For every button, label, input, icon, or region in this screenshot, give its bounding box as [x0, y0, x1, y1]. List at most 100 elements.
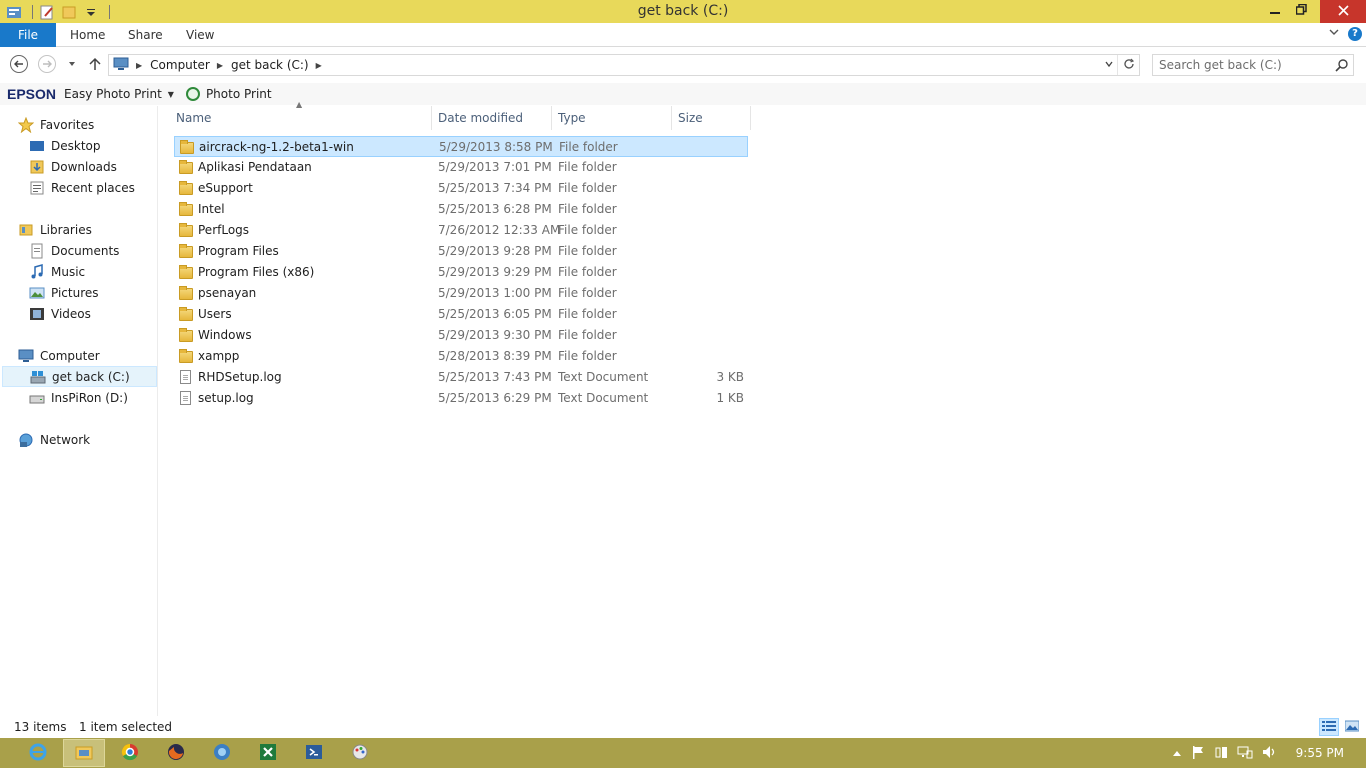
sidebar-group-libraries[interactable]: Libraries: [18, 219, 92, 240]
taskbar-clock[interactable]: 9:55 PM: [1296, 746, 1344, 760]
easy-photo-print-button[interactable]: Easy Photo Print: [64, 87, 162, 101]
sort-ascending-icon: ▲: [296, 100, 303, 109]
expand-ribbon-icon[interactable]: [1328, 26, 1340, 41]
text-document-icon: [179, 391, 193, 406]
sidebar-group-label: Computer: [40, 348, 100, 363]
item-count: 13 items: [14, 720, 67, 734]
close-button[interactable]: [1320, 0, 1366, 23]
epson-toolbar: EPSON Easy Photo Print ▼ Photo Print: [0, 83, 1366, 105]
sidebar-item-videos[interactable]: Videos: [29, 303, 91, 324]
column-header-type[interactable]: Type: [552, 106, 672, 130]
tab-home[interactable]: Home: [70, 23, 105, 47]
sidebar-item-label: Pictures: [51, 285, 99, 300]
file-row[interactable]: aircrack-ng-1.2-beta1-win 5/29/2013 8:58 …: [174, 136, 748, 157]
taskbar-powershell[interactable]: [293, 739, 335, 767]
taskbar-firefox[interactable]: [155, 739, 197, 767]
tab-share[interactable]: Share: [128, 23, 163, 47]
libraries-icon: [18, 222, 34, 238]
large-icons-view-icon: [1344, 720, 1360, 735]
restore-button[interactable]: [1288, 0, 1314, 23]
tab-view[interactable]: View: [186, 23, 214, 47]
sidebar-item-desktop[interactable]: Desktop: [29, 135, 101, 156]
details-view-button[interactable]: [1319, 718, 1339, 736]
search-input[interactable]: [1159, 57, 1329, 73]
up-button[interactable]: [85, 55, 105, 75]
tab-file[interactable]: File: [0, 23, 56, 47]
computer-icon: [113, 56, 129, 75]
ribbon: File Home Share View ?: [0, 23, 1366, 47]
file-row[interactable]: Windows 5/29/2013 9:30 PM File folder: [174, 325, 748, 346]
paint-icon: [350, 742, 370, 765]
sidebar-item-drive-c[interactable]: get back (C:): [2, 366, 157, 387]
column-header-name[interactable]: Name: [170, 106, 432, 130]
file-row[interactable]: xampp 5/28/2013 8:39 PM File folder: [174, 346, 748, 367]
file-type: File folder: [558, 181, 617, 195]
file-type: File folder: [558, 160, 617, 174]
taskbar-paint[interactable]: [339, 739, 381, 767]
sidebar-item-drive-d[interactable]: InsPiRon (D:): [29, 387, 128, 408]
folder-icon: [179, 223, 193, 238]
file-row[interactable]: eSupport 5/25/2013 7:34 PM File folder: [174, 178, 748, 199]
sidebar-item-documents[interactable]: Documents: [29, 240, 119, 261]
refresh-button[interactable]: [1117, 55, 1139, 75]
action-center-icon[interactable]: [1191, 745, 1205, 762]
column-header-size[interactable]: Size: [672, 106, 751, 130]
sidebar-item-music[interactable]: Music: [29, 261, 85, 282]
search-icon[interactable]: [1335, 58, 1349, 75]
photo-print-button[interactable]: Photo Print: [206, 87, 272, 101]
breadcrumb-separator-icon[interactable]: ▶: [316, 61, 322, 70]
taskbar-ie[interactable]: [17, 739, 59, 767]
sidebar-item-downloads[interactable]: Downloads: [29, 156, 117, 177]
address-history-button[interactable]: [1101, 55, 1117, 75]
file-date-modified: 5/25/2013 7:34 PM: [438, 181, 552, 195]
file-row[interactable]: Program Files 5/29/2013 9:28 PM File folde…: [174, 241, 748, 262]
sidebar-item-label: Music: [51, 264, 86, 279]
file-row[interactable]: Aplikasi Pendataan 5/29/2013 7:01 PM File …: [174, 157, 748, 178]
file-row[interactable]: RHDSetup.log 5/25/2013 7:43 PM Text Docume…: [174, 367, 748, 388]
volume-icon[interactable]: [1262, 745, 1278, 762]
breadcrumb-separator-icon[interactable]: ▶: [136, 61, 142, 70]
breadcrumb-separator-icon[interactable]: ▶: [217, 61, 223, 70]
sidebar-item-recent-places[interactable]: Recent places: [29, 177, 135, 198]
recent-locations-button[interactable]: [62, 55, 82, 75]
file-row[interactable]: Intel 5/25/2013 6:28 PM File folder: [174, 199, 748, 220]
large-icons-view-button[interactable]: [1342, 718, 1362, 736]
taskbar-chrome[interactable]: [109, 739, 151, 767]
sidebar-group-favorites[interactable]: Favorites: [18, 114, 94, 135]
power-icon[interactable]: [1214, 745, 1228, 762]
chevron-down-icon[interactable]: ▼: [168, 90, 174, 99]
show-hidden-icons-icon[interactable]: [1172, 747, 1182, 760]
taskbar-excel[interactable]: [247, 739, 289, 767]
taskbar-file-explorer[interactable]: [63, 739, 105, 767]
sidebar-group-computer[interactable]: Computer: [18, 345, 100, 366]
breadcrumb-computer[interactable]: Computer: [150, 58, 210, 72]
sidebar-item-pictures[interactable]: Pictures: [29, 282, 99, 303]
network-status-icon[interactable]: [1237, 745, 1253, 762]
back-button[interactable]: [9, 54, 29, 75]
search-box[interactable]: [1152, 54, 1354, 76]
file-row[interactable]: PerfLogs 7/26/2012 12:33 AM File folder: [174, 220, 748, 241]
file-name: psenayan: [198, 286, 257, 300]
firefox-icon: [166, 742, 186, 765]
file-size: [678, 325, 744, 346]
taskbar-browser[interactable]: [201, 739, 243, 767]
column-header-date[interactable]: Date modified: [432, 106, 552, 130]
sidebar-group-network[interactable]: Network: [18, 429, 90, 450]
file-row[interactable]: Users 5/25/2013 6:05 PM File folder: [174, 304, 748, 325]
forward-button[interactable]: [37, 54, 57, 75]
recent-places-icon: [29, 180, 45, 196]
file-type: File folder: [558, 223, 617, 237]
file-row[interactable]: Program Files (x86) 5/29/2013 9:29 PM File…: [174, 262, 748, 283]
minimize-button[interactable]: [1262, 0, 1288, 23]
file-row[interactable]: psenayan 5/29/2013 1:00 PM File folder: [174, 283, 748, 304]
photo-print-icon: [185, 87, 200, 101]
file-date-modified: 5/25/2013 6:28 PM: [438, 202, 552, 216]
help-icon[interactable]: ?: [1348, 26, 1362, 41]
breadcrumb-drive[interactable]: get back (C:): [231, 58, 309, 72]
file-row[interactable]: setup.log 5/25/2013 6:29 PM Text Document 1…: [174, 388, 748, 409]
address-bar[interactable]: ▶ Computer ▶ get back (C:) ▶: [108, 54, 1140, 76]
file-type: File folder: [559, 140, 618, 154]
sidebar-group-label: Network: [40, 432, 91, 447]
drive-icon: [29, 390, 45, 406]
file-explorer-icon: [74, 742, 94, 765]
